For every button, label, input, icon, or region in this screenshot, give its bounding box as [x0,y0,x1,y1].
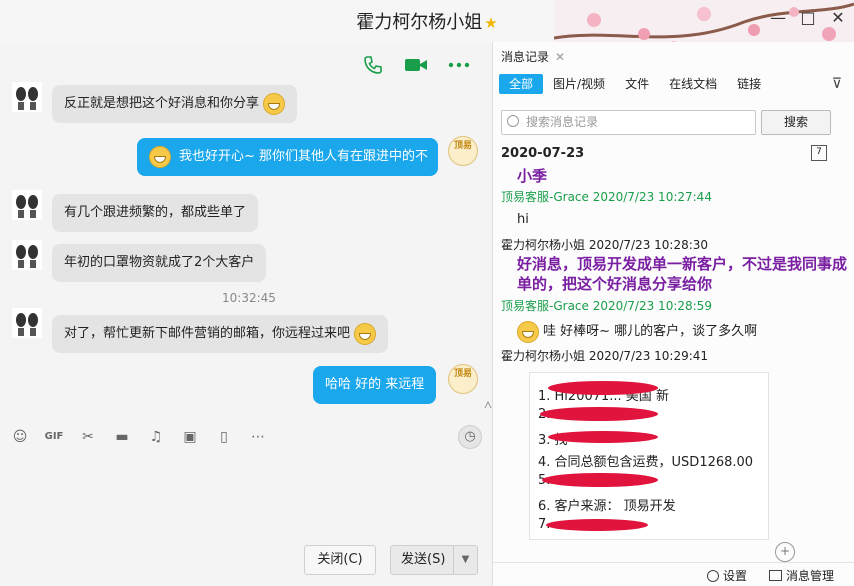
message-bubble[interactable]: 有几个跟进频繁的，都成些单了 [52,194,259,232]
history-sender: 顶易客服-Grace 2020/7/23 10:27:44 [501,190,712,204]
contact-avatar[interactable] [12,308,42,338]
input-toolbar: ☺ GIF ✂ ▬ ♫ ▣ ▯ ⋯ [0,422,492,452]
tab-online-docs[interactable]: 在线文档 [659,74,727,94]
close-chat-button[interactable]: 关闭(C) [304,545,376,575]
zoom-in-icon[interactable]: + [775,542,795,562]
history-tabs: 全部 图片/视频 文件 在线文档 链接 [499,74,771,94]
message-icon [769,570,782,581]
search-button[interactable]: 搜索 [761,110,831,135]
minimize-button[interactable]: — [768,8,788,27]
image-text-line: 6. 客户来源： 顶易开发 [538,499,676,514]
search-icon [507,115,519,127]
history-message: 小季 [517,167,548,185]
close-window-button[interactable]: ✕ [828,8,848,27]
history-sender: 顶易客服-Grace 2020/7/23 10:28:59 [501,299,712,313]
contact-avatar[interactable] [12,240,42,270]
music-icon[interactable]: ♫ [146,428,166,446]
screen-share-icon[interactable]: ▯ [214,428,234,446]
settings-button[interactable]: 设置 [707,567,747,584]
grin-emoji-icon [263,92,286,115]
chat-actions [362,54,470,76]
scissors-icon[interactable]: ✂ [78,428,98,446]
contact-avatar[interactable] [12,190,42,220]
history-sender: 霍力柯尔杨小姐 2020/7/23 10:28:30 [501,238,709,252]
history-panel-header: 消息记录 ✕ [501,50,566,64]
more-tools-icon[interactable]: ⋯ [248,428,268,446]
redaction-mark [542,473,658,487]
message-bubble[interactable]: 年初的口罩物资就成了2个大客户 [52,244,267,282]
chat-scrollbar[interactable] [484,42,492,412]
search-input[interactable]: 搜索消息记录 [501,110,756,135]
chevron-down-icon[interactable]: ▼ [453,546,477,574]
title-bar: 霍力柯尔杨小姐 ★ — □ ✕ [0,0,854,60]
contact-avatar[interactable] [12,82,42,112]
close-icon[interactable]: ✕ [555,50,565,64]
filter-icon[interactable]: ⊽ [832,76,842,92]
image-icon[interactable]: ▣ [180,428,200,446]
grin-emoji-icon [517,320,539,343]
redaction-mark [546,519,648,531]
chat-pane: 反正就是想把这个好消息和你分享 我也好开心~ 那你们其他人有在跟进中的不 顶易 … [0,42,492,586]
message-input[interactable] [0,454,492,546]
history-message: 好消息，顶易开发成单一新客户，不过是我同事成单的，把这个好消息分享给你 [517,255,848,293]
send-button[interactable]: 发送(S) ▼ [390,545,478,575]
message-history-panel: 消息记录 ✕ 全部 图片/视频 文件 在线文档 链接 ⊽ 搜索消息记录 搜索 20… [492,42,854,586]
message-timestamp: 10:32:45 [222,291,276,305]
redaction-mark [548,381,658,395]
shared-image[interactable]: 1. Hi20071... 美国 新 2. 3. 找 4. 合同总额包含运费，U… [529,372,769,540]
message-bubble-self[interactable]: 哈哈 好的 来远程 [313,366,437,404]
window-title: 霍力柯尔杨小姐 ★ [356,12,498,33]
self-avatar[interactable]: 顶易 [448,136,478,166]
gif-icon[interactable]: GIF [44,428,64,446]
smile-emoji-icon [149,145,171,168]
redaction-mark [548,431,658,443]
tab-files[interactable]: 文件 [615,74,659,94]
more-options-icon[interactable] [448,62,470,68]
history-message: hi [517,212,529,227]
gear-icon [707,570,719,582]
maximize-button[interactable]: □ [798,8,818,27]
redaction-mark [540,407,658,421]
image-text-line: 4. 合同总额包含运费，USD1268.00 [538,455,754,470]
folder-icon[interactable]: ▬ [112,428,132,446]
message-bubble-self[interactable]: 我也好开心~ 那你们其他人有在跟进中的不 [137,138,438,176]
message-manager-button[interactable]: 消息管理 [769,567,834,584]
star-icon: ★ [484,14,498,32]
history-message: 哇 好棒呀~ 哪儿的客户，谈了多久啊 [517,320,757,343]
calendar-icon[interactable]: 7 [811,145,827,161]
self-avatar[interactable]: 顶易 [448,364,478,394]
tab-all[interactable]: 全部 [499,74,544,94]
shy-emoji-icon [354,322,377,345]
history-sender: 霍力柯尔杨小姐 2020/7/23 10:29:41 [501,349,709,363]
message-bubble[interactable]: 对了，帮忙更新下邮件营销的邮箱，你远程过来吧 [52,315,389,353]
tab-images-videos[interactable]: 图片/视频 [543,74,615,94]
voice-call-icon[interactable] [362,54,384,76]
history-footer: 设置 消息管理 [493,562,854,586]
history-date: 2020-07-23 [501,146,585,161]
history-clock-icon[interactable]: ◷ [458,425,482,449]
emoji-icon[interactable]: ☺ [10,428,30,446]
message-bubble[interactable]: 反正就是想把这个好消息和你分享 [52,85,298,123]
video-call-icon[interactable] [404,56,428,74]
tab-links[interactable]: 链接 [727,74,771,94]
